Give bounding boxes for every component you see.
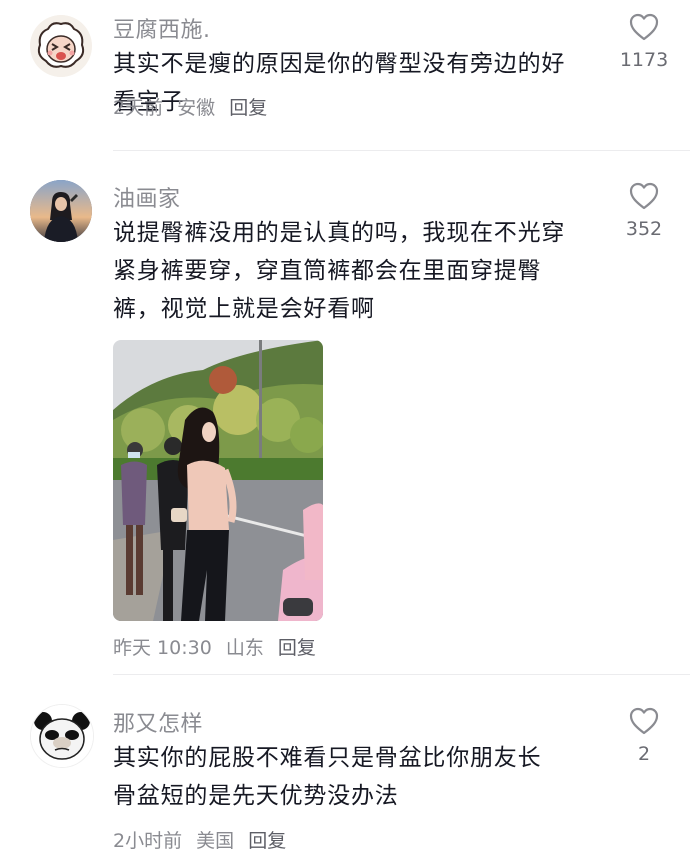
reply-button[interactable]: 回复 <box>229 97 267 119</box>
like-button[interactable]: 2 <box>604 707 684 765</box>
like-button[interactable]: 1173 <box>604 13 684 71</box>
comment-text-line: 裤，视觉上就是会好看啊 <box>113 296 375 322</box>
cartoon-sheep-avatar-icon <box>30 15 92 77</box>
avatar[interactable] <box>30 15 92 77</box>
reply-button[interactable]: 回复 <box>278 637 316 659</box>
avatar[interactable] <box>30 704 94 768</box>
comment-text-line: 说提臀裤没用的是认真的吗，我现在不光穿 <box>113 220 566 246</box>
like-count: 352 <box>625 218 663 240</box>
reply-button[interactable]: 回复 <box>248 830 286 852</box>
comment-location: 山东 <box>225 637 264 659</box>
comment-location: 安徽 <box>177 97 216 119</box>
comment-text-line: 其实你的屁股不难看只是骨盆比你朋友长 <box>113 745 542 771</box>
comment-time: 2小时前 <box>113 830 183 852</box>
comment-text-line: 紧身裤要穿，穿直筒裤都会在里面穿提臀 <box>113 258 542 284</box>
comment-text: 其实你的屁股不难看只是骨盆比你朋友长 骨盆短的是先天优势没办法 <box>113 739 613 815</box>
comment-username[interactable]: 豆腐西施. <box>113 12 211 44</box>
photo-avatar-woman-icon <box>30 180 92 242</box>
comment-meta: 昨天 10:30 山东 回复 <box>113 633 324 660</box>
heart-icon[interactable] <box>629 13 659 41</box>
comment-username[interactable]: 油画家 <box>113 181 181 213</box>
comment-time: 昨天 10:30 <box>113 637 212 659</box>
panda-meme-avatar-icon <box>31 705 93 767</box>
comment-divider <box>113 674 690 675</box>
avatar[interactable] <box>30 180 92 242</box>
comment-text-line: 骨盆短的是先天优势没办法 <box>113 783 399 809</box>
comment-meta: 2小时前 美国 回复 <box>113 826 294 853</box>
like-button[interactable]: 352 <box>604 182 684 240</box>
comment-divider <box>113 150 690 151</box>
like-count: 2 <box>637 743 651 765</box>
comment-username[interactable]: 那又怎样 <box>113 706 203 738</box>
comment-text-line: 其实不是瘦的原因是你的臀型没有旁边的好 <box>113 51 566 77</box>
comment-meta: 2天前 安徽 回复 <box>113 93 275 120</box>
street-photo-icon <box>113 340 323 621</box>
comment-image[interactable] <box>113 340 323 621</box>
comment-time: 2天前 <box>113 97 164 119</box>
heart-icon[interactable] <box>629 707 659 735</box>
comment-location: 美国 <box>196 830 235 852</box>
like-count: 1173 <box>619 49 669 71</box>
comment-text: 说提臀裤没用的是认真的吗，我现在不光穿 紧身裤要穿，穿直筒裤都会在里面穿提臀 裤… <box>113 214 613 328</box>
heart-icon[interactable] <box>629 182 659 210</box>
